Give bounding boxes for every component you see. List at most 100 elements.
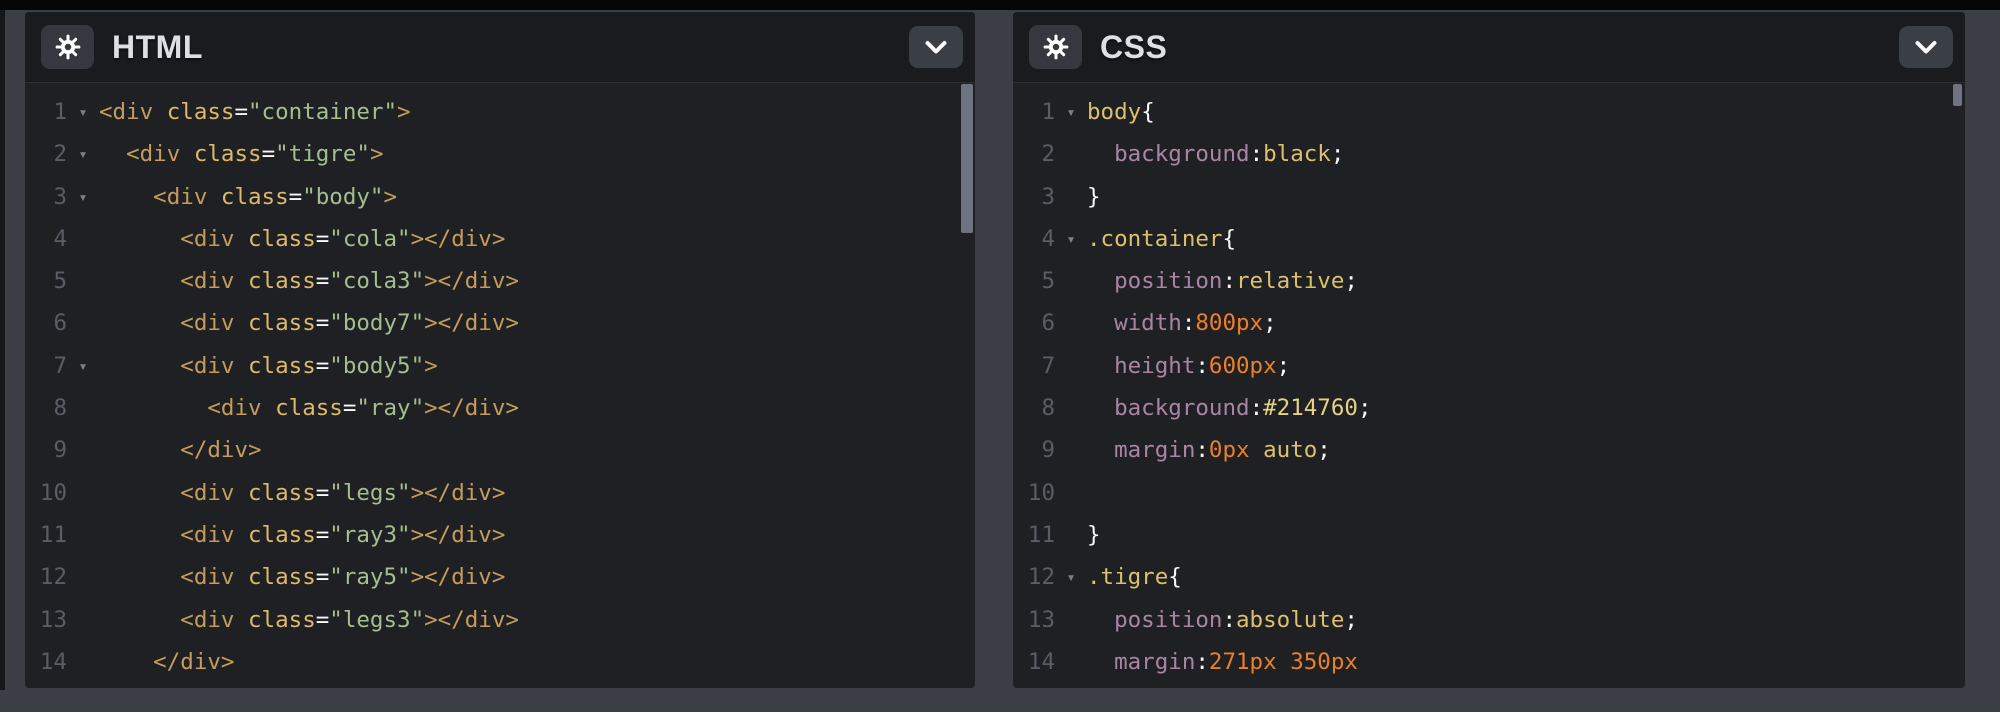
code-line[interactable]: 11 <div class="ray3"></div> [25, 514, 975, 556]
html-settings-button[interactable] [41, 25, 94, 69]
code-token: <div [99, 395, 275, 421]
chevron-down-icon [924, 40, 948, 55]
code-token: } [1087, 522, 1101, 548]
code-token: : [1195, 353, 1209, 379]
code-line[interactable]: 7 height:600px; [1013, 345, 1965, 387]
code-line[interactable]: 1▾<div class="container"> [25, 91, 975, 133]
css-collapse-button[interactable] [1899, 26, 1953, 68]
fold-arrow-icon[interactable]: ▾ [67, 133, 99, 175]
css-scrollbar-thumb[interactable] [1953, 84, 1962, 106]
code-token: "ray5" [329, 564, 410, 590]
code-token: ; [1331, 141, 1345, 167]
code-token: ></div> [411, 480, 506, 506]
code-line[interactable]: 4 <div class="cola"></div> [25, 218, 975, 260]
code-line[interactable]: 8 <div class="ray"></div> [25, 387, 975, 429]
line-number: 9 [1013, 429, 1055, 471]
code-line[interactable]: 14 margin:271px 350px [1013, 641, 1965, 683]
line-number: 14 [1013, 641, 1055, 683]
code-token: class [248, 268, 316, 294]
code-line[interactable]: 3▾ <div class="body"> [25, 176, 975, 218]
html-collapse-button[interactable] [909, 26, 963, 68]
code-line[interactable]: 9 </div> [25, 429, 975, 471]
code-text: } [1087, 176, 1101, 218]
code-text: <div class="legs"></div> [99, 472, 505, 514]
html-code-area[interactable]: 1▾<div class="container">2▾ <div class="… [25, 83, 975, 688]
code-line[interactable]: 9 margin:0px auto; [1013, 429, 1965, 471]
code-line[interactable]: 3} [1013, 176, 1965, 218]
left-window-edge [0, 10, 5, 690]
code-text: height:600px; [1087, 345, 1290, 387]
code-line[interactable]: 11} [1013, 514, 1965, 556]
line-number: 12 [25, 556, 67, 598]
code-line[interactable]: 5 position:relative; [1013, 260, 1965, 302]
code-token: auto [1250, 437, 1318, 463]
line-number: 8 [1013, 387, 1055, 429]
code-line[interactable]: 12 <div class="ray5"></div> [25, 556, 975, 598]
code-token: } [1087, 184, 1101, 210]
code-token: > [383, 184, 397, 210]
code-token: ; [1344, 607, 1358, 633]
line-number: 2 [25, 133, 67, 175]
code-token: ></div> [424, 268, 519, 294]
code-line[interactable]: 10 [1013, 472, 1965, 514]
top-bar [0, 0, 2000, 10]
html-code-lines: 1▾<div class="container">2▾ <div class="… [25, 91, 975, 683]
code-line[interactable]: 5 <div class="cola3"></div> [25, 260, 975, 302]
code-text: background:#214760; [1087, 387, 1371, 429]
line-number: 10 [1013, 472, 1055, 514]
code-token: = [316, 522, 330, 548]
code-text: } [1087, 514, 1101, 556]
css-settings-button[interactable] [1029, 25, 1082, 69]
code-token: position [1087, 268, 1222, 294]
code-token: class [167, 99, 235, 125]
code-token: body [1087, 99, 1141, 125]
css-code-area[interactable]: 1▾body{2 background:black;3}4▾.container… [1013, 83, 1965, 688]
code-token: <div [99, 353, 248, 379]
code-token: ></div> [411, 226, 506, 252]
code-line[interactable]: 14 </div> [25, 641, 975, 683]
code-token: <div [99, 480, 248, 506]
code-token: : [1222, 607, 1236, 633]
fold-arrow-icon[interactable]: ▾ [1055, 91, 1087, 133]
fold-arrow-icon[interactable]: ▾ [1055, 556, 1087, 598]
line-number: 10 [25, 472, 67, 514]
code-text: <div class="body5"> [99, 345, 438, 387]
code-token: 271px 350px [1209, 649, 1358, 675]
code-line[interactable]: 12▾.tigre{ [1013, 556, 1965, 598]
code-line[interactable]: 6 width:800px; [1013, 302, 1965, 344]
code-line[interactable]: 8 background:#214760; [1013, 387, 1965, 429]
code-token: "ray3" [329, 522, 410, 548]
line-number: 7 [1013, 345, 1055, 387]
code-token: class [221, 184, 289, 210]
code-text: position:absolute; [1087, 599, 1358, 641]
code-line[interactable]: 2 background:black; [1013, 133, 1965, 175]
code-line[interactable]: 10 <div class="legs"></div> [25, 472, 975, 514]
code-line[interactable]: 7▾ <div class="body5"> [25, 345, 975, 387]
code-token: = [316, 607, 330, 633]
html-panel-title: HTML [112, 29, 203, 66]
code-token: <div [99, 141, 194, 167]
line-number: 12 [1013, 556, 1055, 598]
code-token: = [316, 226, 330, 252]
code-line[interactable]: 13 position:absolute; [1013, 599, 1965, 641]
code-line[interactable]: 13 <div class="legs3"></div> [25, 599, 975, 641]
fold-arrow-icon[interactable]: ▾ [67, 176, 99, 218]
code-token: </div> [99, 649, 234, 675]
code-token: ; [1317, 437, 1331, 463]
code-line[interactable]: 2▾ <div class="tigre"> [25, 133, 975, 175]
code-line[interactable]: 6 <div class="body7"></div> [25, 302, 975, 344]
fold-arrow-icon[interactable]: ▾ [67, 91, 99, 133]
fold-arrow-icon[interactable]: ▾ [1055, 218, 1087, 260]
code-token: ; [1263, 310, 1277, 336]
code-token: ; [1277, 353, 1291, 379]
code-line[interactable]: 4▾.container{ [1013, 218, 1965, 260]
code-token: { [1141, 99, 1155, 125]
code-text: width:800px; [1087, 302, 1277, 344]
code-token: .container [1087, 226, 1222, 252]
code-token: black [1263, 141, 1331, 167]
code-token: 600px [1209, 353, 1277, 379]
html-scrollbar-thumb[interactable] [961, 84, 973, 233]
code-line[interactable]: 1▾body{ [1013, 91, 1965, 133]
line-number: 14 [25, 641, 67, 683]
fold-arrow-icon[interactable]: ▾ [67, 345, 99, 387]
